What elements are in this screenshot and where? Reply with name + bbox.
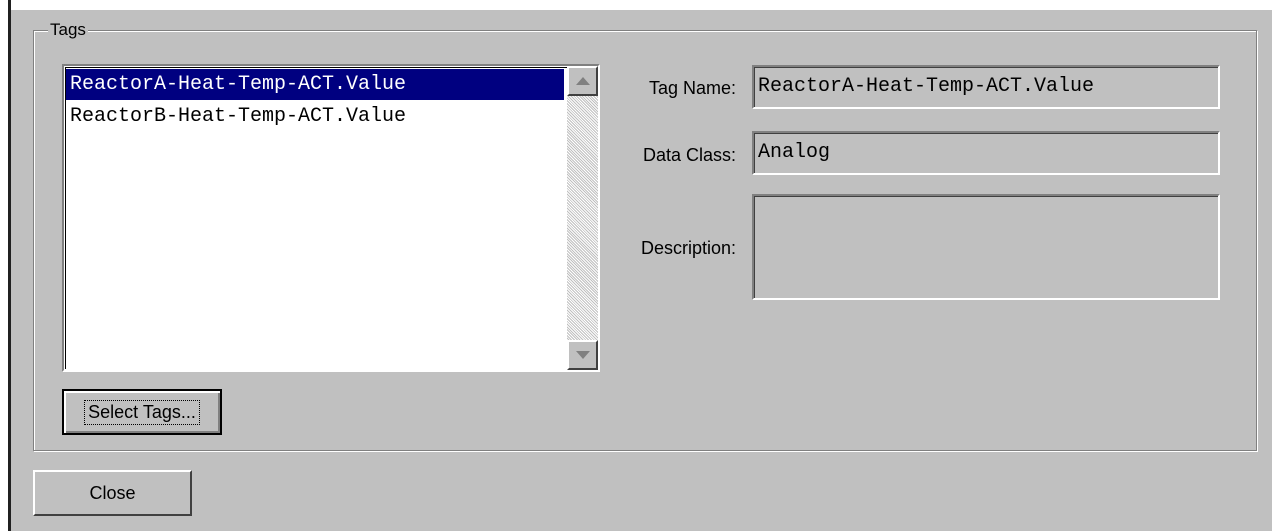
- close-label: Close: [89, 482, 136, 503]
- data-class-field[interactable]: Analog: [752, 131, 1220, 175]
- close-button[interactable]: Close: [33, 470, 192, 516]
- tag-name-value: ReactorA-Heat-Temp-ACT.Value: [754, 67, 1218, 107]
- tags-group-title: Tags: [48, 20, 88, 40]
- description-label: Description:: [640, 238, 736, 258]
- tag-list-item[interactable]: ReactorA-Heat-Temp-ACT.Value: [66, 69, 564, 100]
- tag-list-scrollbar[interactable]: [567, 66, 598, 370]
- data-class-value: Analog: [754, 133, 1218, 173]
- tag-name-field[interactable]: ReactorA-Heat-Temp-ACT.Value: [752, 65, 1220, 109]
- select-tags-button[interactable]: Select Tags...: [62, 389, 222, 435]
- description-field[interactable]: [752, 194, 1220, 300]
- scroll-up-button[interactable]: [567, 66, 598, 96]
- chevron-up-icon: [575, 77, 590, 85]
- scroll-down-button[interactable]: [567, 340, 598, 370]
- tag-listbox[interactable]: ReactorA-Heat-Temp-ACT.Value ReactorB-He…: [62, 64, 600, 372]
- select-tags-label: Select Tags...: [84, 399, 200, 425]
- description-value: [754, 196, 1218, 298]
- data-class-label: Data Class:: [642, 145, 736, 165]
- window-left-edge: [0, 0, 11, 531]
- window-top-edge: [0, 0, 1272, 10]
- tag-list-item[interactable]: ReactorB-Heat-Temp-ACT.Value: [66, 101, 406, 132]
- tag-name-label: Tag Name:: [648, 78, 736, 98]
- chevron-down-icon: [575, 351, 590, 359]
